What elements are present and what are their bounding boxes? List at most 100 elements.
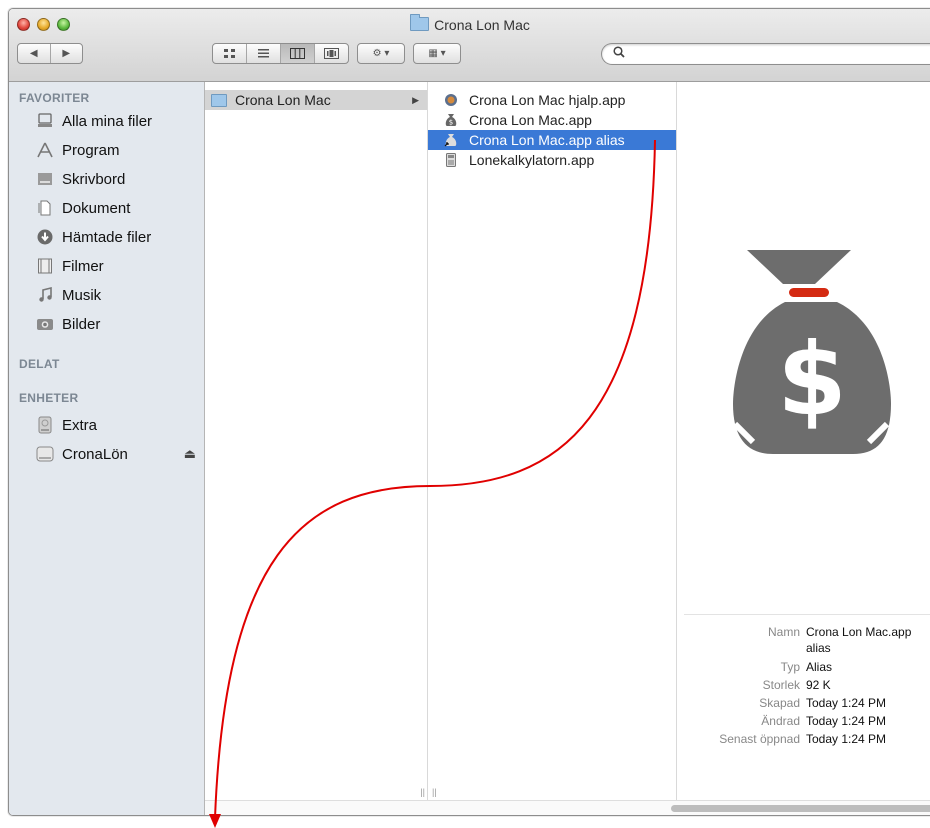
sidebar-item-bilder[interactable]: Bilder (36, 311, 196, 337)
back-button[interactable]: ◀ (18, 44, 51, 63)
list-item[interactable]: Crona Lon Mac hjalp.app (428, 90, 676, 110)
sidebar-item-label: Musik (62, 286, 102, 304)
svg-text:$: $ (449, 119, 453, 127)
item-label: Crona Lon Mac.app alias (469, 132, 625, 148)
alias-icon (443, 133, 459, 147)
sidebar-item-label: Skrivbord (62, 170, 126, 188)
movies-icon (36, 257, 54, 275)
info-key: Senast öppnad (719, 732, 800, 746)
info-key: Ändrad (761, 714, 800, 728)
window-title: Crona Lon Mac (9, 14, 930, 33)
column-view-icon (290, 48, 305, 59)
info-key: Typ (780, 660, 800, 674)
desktop-icon (36, 170, 54, 188)
applications-icon (36, 141, 54, 159)
navigation-buttons: ◀ ▶ (17, 43, 83, 64)
sidebar-item-hamtade-filer[interactable]: Hämtade filer (36, 224, 196, 250)
calculator-icon (443, 153, 459, 167)
info-row-created: Skapad Today 1:24 PM (677, 696, 930, 714)
music-icon (36, 286, 54, 304)
downloads-icon (36, 228, 54, 246)
sidebar-item-all-files[interactable]: Alla mina filer (36, 108, 196, 134)
sidebar-item-label: Extra (62, 416, 98, 434)
hard-drive-icon (36, 416, 54, 434)
forward-button[interactable]: ▶ (51, 44, 83, 63)
sidebar: FAVORITER Alla mina filer Program Skrivb… (9, 82, 205, 815)
info-row-type: Typ Alias (677, 660, 930, 678)
info-row-size: Storlek 92 K (677, 678, 930, 696)
horizontal-scrollbar[interactable] (205, 800, 930, 815)
info-value: 92 K (806, 678, 831, 692)
sidebar-header-shared: DELAT (19, 357, 60, 371)
eject-icon[interactable]: ⏏ (184, 446, 196, 462)
money-bag-icon: $ (443, 113, 459, 127)
toolbar: Crona Lon Mac ◀ ▶ ⚙ ▾ ▦ ▾ (9, 9, 930, 82)
svg-text:$: $ (777, 321, 847, 438)
disk-image-icon (36, 445, 54, 463)
item-label: Crona Lon Mac (235, 92, 331, 108)
sidebar-item-label: CronaLön (62, 445, 128, 463)
info-key: Storlek (762, 678, 800, 692)
arrange-icon: ▦ ▾ (428, 48, 446, 59)
info-value: Today 1:24 PM (806, 714, 887, 728)
scrollbar-thumb[interactable] (671, 805, 930, 812)
column-2: Crona Lon Mac hjalp.app $ Crona Lon Mac.… (428, 82, 685, 801)
list-item[interactable]: Lonekalkylatorn.app (428, 150, 676, 170)
arrange-menu-button[interactable]: ▦ ▾ (413, 43, 461, 64)
sidebar-item-dokument[interactable]: Dokument (36, 195, 196, 221)
info-value: Today 1:24 PM (806, 696, 887, 710)
column-resize-handle[interactable]: || (420, 787, 425, 797)
column-resize-handle[interactable]: || (432, 787, 437, 797)
info-row-name-cont: alias (677, 641, 930, 659)
list-item[interactable]: $ Crona Lon Mac.app (428, 110, 676, 130)
money-bag-icon: $ (733, 250, 891, 454)
sidebar-item-extra[interactable]: Extra (36, 412, 196, 438)
sidebar-item-skrivbord[interactable]: Skrivbord (36, 166, 196, 192)
coverflow-view-button[interactable] (315, 44, 348, 63)
coverflow-view-icon (324, 48, 339, 59)
item-label: Crona Lon Mac hjalp.app (469, 92, 626, 108)
sidebar-item-label: Dokument (62, 199, 131, 217)
view-mode-buttons (212, 43, 349, 64)
action-menu-button[interactable]: ⚙ ▾ (357, 43, 405, 64)
documents-icon (36, 199, 54, 217)
info-key: Namn (767, 625, 800, 639)
info-row-last-opened: Senast öppnad Today 1:24 PM (677, 732, 930, 750)
search-icon (613, 46, 625, 61)
sidebar-item-label: Alla mina filer (62, 112, 153, 130)
sidebar-header-devices: ENHETER (19, 391, 79, 405)
column-view-button[interactable] (281, 44, 315, 63)
pictures-icon (36, 315, 54, 333)
item-label: Crona Lon Mac.app (469, 112, 592, 128)
finder-window: Crona Lon Mac ◀ ▶ ⚙ ▾ ▦ ▾ FAVORITER Alla… (8, 8, 930, 816)
info-row-modified: Ändrad Today 1:24 PM (677, 714, 930, 732)
sidebar-item-program[interactable]: Program (36, 137, 196, 163)
sidebar-item-cronalon[interactable]: CronaLön ⏏ (36, 441, 196, 467)
search-field[interactable] (601, 43, 930, 65)
list-view-icon (258, 49, 269, 58)
folder-icon (211, 93, 227, 107)
list-view-button[interactable] (247, 44, 281, 63)
info-value: Crona Lon Mac.app (806, 625, 912, 639)
all-files-icon (36, 112, 54, 130)
sidebar-item-filmer[interactable]: Filmer (36, 253, 196, 279)
help-app-icon (443, 93, 459, 107)
list-item-selected[interactable]: Crona Lon Mac.app alias (428, 130, 676, 150)
gear-icon: ⚙ ▾ (372, 48, 390, 59)
info-key: Skapad (759, 696, 800, 710)
icon-view-icon (224, 49, 235, 58)
preview-divider (684, 614, 930, 615)
column-1: Crona Lon Mac ▶ || (205, 82, 428, 801)
item-label: Lonekalkylatorn.app (469, 152, 595, 168)
info-value: Alias (806, 660, 833, 674)
sidebar-item-label: Hämtade filer (62, 228, 152, 246)
disclosure-arrow-icon: ▶ (412, 94, 419, 105)
sidebar-header-favorites: FAVORITER (19, 91, 90, 105)
icon-view-button[interactable] (213, 44, 247, 63)
sidebar-item-musik[interactable]: Musik (36, 282, 196, 308)
sidebar-item-label: Filmer (62, 257, 104, 275)
sidebar-item-label: Program (62, 141, 120, 159)
info-value: alias (806, 641, 831, 655)
list-item[interactable]: Crona Lon Mac ▶ (205, 90, 427, 110)
folder-icon (410, 14, 430, 31)
